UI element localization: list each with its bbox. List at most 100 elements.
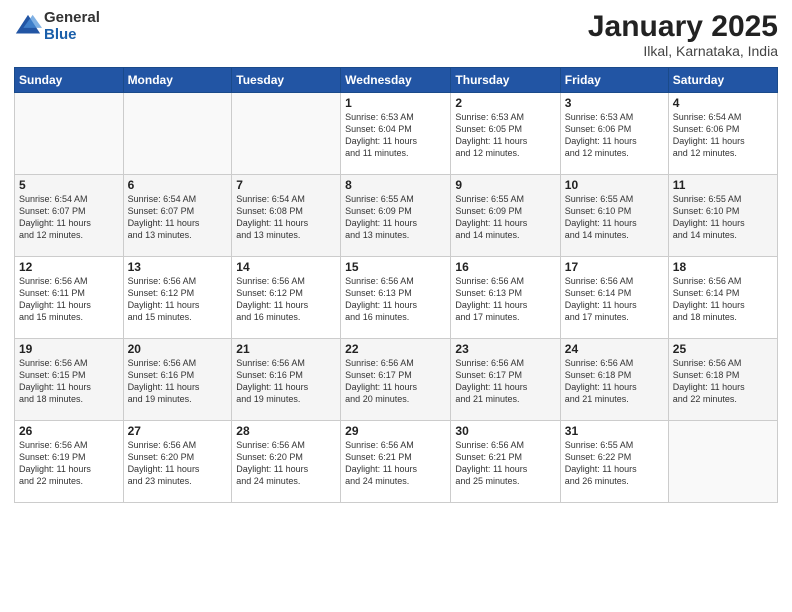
- day-info: Sunrise: 6:53 AM Sunset: 6:06 PM Dayligh…: [565, 111, 664, 160]
- day-number: 21: [236, 342, 336, 356]
- page: General Blue January 2025 Ilkal, Karnata…: [0, 0, 792, 612]
- calendar-cell: 27Sunrise: 6:56 AM Sunset: 6:20 PM Dayli…: [123, 421, 232, 503]
- calendar-cell: [232, 93, 341, 175]
- day-info: Sunrise: 6:54 AM Sunset: 6:07 PM Dayligh…: [19, 193, 119, 242]
- day-number: 24: [565, 342, 664, 356]
- day-info: Sunrise: 6:55 AM Sunset: 6:10 PM Dayligh…: [565, 193, 664, 242]
- calendar-cell: 2Sunrise: 6:53 AM Sunset: 6:05 PM Daylig…: [451, 93, 560, 175]
- calendar-table: SundayMondayTuesdayWednesdayThursdayFrid…: [14, 67, 778, 503]
- calendar-cell: 6Sunrise: 6:54 AM Sunset: 6:07 PM Daylig…: [123, 175, 232, 257]
- calendar-cell: [123, 93, 232, 175]
- day-number: 1: [345, 96, 446, 110]
- calendar-cell: 19Sunrise: 6:56 AM Sunset: 6:15 PM Dayli…: [15, 339, 124, 421]
- calendar-header-row: SundayMondayTuesdayWednesdayThursdayFrid…: [15, 68, 778, 93]
- calendar-cell: 22Sunrise: 6:56 AM Sunset: 6:17 PM Dayli…: [341, 339, 451, 421]
- day-number: 14: [236, 260, 336, 274]
- day-number: 19: [19, 342, 119, 356]
- calendar-cell: [15, 93, 124, 175]
- day-number: 26: [19, 424, 119, 438]
- calendar-cell: 28Sunrise: 6:56 AM Sunset: 6:20 PM Dayli…: [232, 421, 341, 503]
- day-number: 22: [345, 342, 446, 356]
- calendar-cell: 10Sunrise: 6:55 AM Sunset: 6:10 PM Dayli…: [560, 175, 668, 257]
- day-info: Sunrise: 6:54 AM Sunset: 6:08 PM Dayligh…: [236, 193, 336, 242]
- day-number: 23: [455, 342, 555, 356]
- day-info: Sunrise: 6:56 AM Sunset: 6:12 PM Dayligh…: [128, 275, 228, 324]
- day-number: 13: [128, 260, 228, 274]
- calendar-week-3: 12Sunrise: 6:56 AM Sunset: 6:11 PM Dayli…: [15, 257, 778, 339]
- day-info: Sunrise: 6:56 AM Sunset: 6:15 PM Dayligh…: [19, 357, 119, 406]
- day-info: Sunrise: 6:56 AM Sunset: 6:14 PM Dayligh…: [565, 275, 664, 324]
- day-number: 31: [565, 424, 664, 438]
- calendar-cell: 9Sunrise: 6:55 AM Sunset: 6:09 PM Daylig…: [451, 175, 560, 257]
- day-number: 2: [455, 96, 555, 110]
- day-info: Sunrise: 6:54 AM Sunset: 6:07 PM Dayligh…: [128, 193, 228, 242]
- day-number: 18: [673, 260, 773, 274]
- day-info: Sunrise: 6:56 AM Sunset: 6:18 PM Dayligh…: [673, 357, 773, 406]
- calendar-cell: 12Sunrise: 6:56 AM Sunset: 6:11 PM Dayli…: [15, 257, 124, 339]
- calendar-cell: 23Sunrise: 6:56 AM Sunset: 6:17 PM Dayli…: [451, 339, 560, 421]
- calendar-cell: 5Sunrise: 6:54 AM Sunset: 6:07 PM Daylig…: [15, 175, 124, 257]
- calendar-week-1: 1Sunrise: 6:53 AM Sunset: 6:04 PM Daylig…: [15, 93, 778, 175]
- calendar-cell: 7Sunrise: 6:54 AM Sunset: 6:08 PM Daylig…: [232, 175, 341, 257]
- calendar-cell: [668, 421, 777, 503]
- logo-icon: [14, 13, 42, 41]
- day-number: 7: [236, 178, 336, 192]
- header: General Blue January 2025 Ilkal, Karnata…: [14, 10, 778, 59]
- day-info: Sunrise: 6:56 AM Sunset: 6:16 PM Dayligh…: [128, 357, 228, 406]
- calendar-cell: 11Sunrise: 6:55 AM Sunset: 6:10 PM Dayli…: [668, 175, 777, 257]
- page-title: January 2025: [588, 10, 778, 43]
- title-block: January 2025 Ilkal, Karnataka, India: [588, 10, 778, 59]
- calendar-cell: 18Sunrise: 6:56 AM Sunset: 6:14 PM Dayli…: [668, 257, 777, 339]
- day-number: 6: [128, 178, 228, 192]
- col-header-sunday: Sunday: [15, 68, 124, 93]
- calendar-week-4: 19Sunrise: 6:56 AM Sunset: 6:15 PM Dayli…: [15, 339, 778, 421]
- day-number: 4: [673, 96, 773, 110]
- day-number: 3: [565, 96, 664, 110]
- day-info: Sunrise: 6:56 AM Sunset: 6:13 PM Dayligh…: [345, 275, 446, 324]
- logo: General Blue: [14, 10, 100, 43]
- day-number: 17: [565, 260, 664, 274]
- day-number: 25: [673, 342, 773, 356]
- col-header-tuesday: Tuesday: [232, 68, 341, 93]
- day-info: Sunrise: 6:53 AM Sunset: 6:05 PM Dayligh…: [455, 111, 555, 160]
- day-number: 11: [673, 178, 773, 192]
- day-info: Sunrise: 6:56 AM Sunset: 6:19 PM Dayligh…: [19, 439, 119, 488]
- day-info: Sunrise: 6:55 AM Sunset: 6:09 PM Dayligh…: [455, 193, 555, 242]
- calendar-cell: 21Sunrise: 6:56 AM Sunset: 6:16 PM Dayli…: [232, 339, 341, 421]
- calendar-cell: 14Sunrise: 6:56 AM Sunset: 6:12 PM Dayli…: [232, 257, 341, 339]
- day-number: 10: [565, 178, 664, 192]
- calendar-week-2: 5Sunrise: 6:54 AM Sunset: 6:07 PM Daylig…: [15, 175, 778, 257]
- day-number: 5: [19, 178, 119, 192]
- day-number: 27: [128, 424, 228, 438]
- col-header-saturday: Saturday: [668, 68, 777, 93]
- logo-text: General Blue: [44, 10, 100, 43]
- day-info: Sunrise: 6:56 AM Sunset: 6:13 PM Dayligh…: [455, 275, 555, 324]
- calendar-cell: 31Sunrise: 6:55 AM Sunset: 6:22 PM Dayli…: [560, 421, 668, 503]
- col-header-friday: Friday: [560, 68, 668, 93]
- day-number: 12: [19, 260, 119, 274]
- day-info: Sunrise: 6:56 AM Sunset: 6:12 PM Dayligh…: [236, 275, 336, 324]
- calendar-cell: 13Sunrise: 6:56 AM Sunset: 6:12 PM Dayli…: [123, 257, 232, 339]
- day-info: Sunrise: 6:56 AM Sunset: 6:21 PM Dayligh…: [345, 439, 446, 488]
- calendar-cell: 4Sunrise: 6:54 AM Sunset: 6:06 PM Daylig…: [668, 93, 777, 175]
- day-info: Sunrise: 6:55 AM Sunset: 6:10 PM Dayligh…: [673, 193, 773, 242]
- day-info: Sunrise: 6:56 AM Sunset: 6:11 PM Dayligh…: [19, 275, 119, 324]
- logo-general-text: General: [44, 10, 100, 27]
- day-info: Sunrise: 6:56 AM Sunset: 6:17 PM Dayligh…: [345, 357, 446, 406]
- calendar-week-5: 26Sunrise: 6:56 AM Sunset: 6:19 PM Dayli…: [15, 421, 778, 503]
- calendar-cell: 30Sunrise: 6:56 AM Sunset: 6:21 PM Dayli…: [451, 421, 560, 503]
- calendar-cell: 26Sunrise: 6:56 AM Sunset: 6:19 PM Dayli…: [15, 421, 124, 503]
- day-number: 20: [128, 342, 228, 356]
- calendar-cell: 15Sunrise: 6:56 AM Sunset: 6:13 PM Dayli…: [341, 257, 451, 339]
- calendar-cell: 1Sunrise: 6:53 AM Sunset: 6:04 PM Daylig…: [341, 93, 451, 175]
- calendar-cell: 20Sunrise: 6:56 AM Sunset: 6:16 PM Dayli…: [123, 339, 232, 421]
- calendar-cell: 16Sunrise: 6:56 AM Sunset: 6:13 PM Dayli…: [451, 257, 560, 339]
- col-header-monday: Monday: [123, 68, 232, 93]
- col-header-thursday: Thursday: [451, 68, 560, 93]
- day-number: 9: [455, 178, 555, 192]
- day-info: Sunrise: 6:56 AM Sunset: 6:21 PM Dayligh…: [455, 439, 555, 488]
- calendar-cell: 25Sunrise: 6:56 AM Sunset: 6:18 PM Dayli…: [668, 339, 777, 421]
- calendar-cell: 17Sunrise: 6:56 AM Sunset: 6:14 PM Dayli…: [560, 257, 668, 339]
- day-number: 16: [455, 260, 555, 274]
- day-number: 8: [345, 178, 446, 192]
